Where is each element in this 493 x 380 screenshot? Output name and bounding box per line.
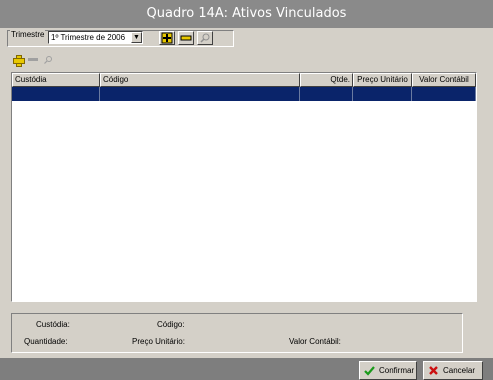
valor-contabil-label: Valor Contábil: [289,337,341,346]
add-rows-button[interactable] [159,31,175,45]
add-grid-icon [161,32,173,44]
remove-rows-button[interactable] [178,31,194,45]
search-icon [200,33,210,43]
cell-qtde[interactable] [300,87,353,101]
details-panel: Custódia: Código: Quantidade: Preço Unit… [11,313,463,353]
cell-codigo[interactable] [100,87,300,101]
add-icon[interactable] [13,54,25,67]
confirm-button[interactable]: Confirmar [359,361,417,380]
column-header-custodia[interactable]: Custódia [12,73,100,87]
cancel-label: Cancelar [443,366,476,375]
codigo-label: Código: [157,320,185,329]
trimestre-selected-value: 1º Trimestre de 2006 [51,33,126,42]
column-header-codigo[interactable]: Código [100,73,300,87]
cell-custodia[interactable] [12,87,100,101]
trimestre-select[interactable]: 1º Trimestre de 2006 ▼ [48,31,143,44]
trimestre-label: Trimestre [10,30,46,39]
quantidade-label: Quantidade: [24,337,68,346]
cancel-button[interactable]: Cancelar [423,361,483,380]
ativos-grid[interactable]: Custódia Código Qtde. Preço Unitário Val… [11,72,477,302]
row-actions [13,54,53,67]
search-icon[interactable] [43,55,53,65]
window-title: Quadro 14A: Ativos Vinculados [0,0,493,28]
table-row[interactable] [12,87,476,101]
search-button[interactable] [197,31,213,45]
chevron-down-icon[interactable]: ▼ [131,32,142,43]
confirm-label: Confirmar [379,366,415,375]
remove-icon[interactable] [28,58,38,61]
preco-unitario-label: Preço Unitário: [132,337,185,346]
close-icon [429,366,438,375]
cell-valor-contabil[interactable] [412,87,476,101]
button-bar [0,358,493,380]
column-header-preco-unitario[interactable]: Preço Unitário [353,73,412,87]
column-header-qtde[interactable]: Qtde. [300,73,353,87]
grid-header: Custódia Código Qtde. Preço Unitário Val… [12,73,476,87]
custodia-label: Custódia: [36,320,70,329]
column-header-valor-contabil[interactable]: Valor Contábil [412,73,476,87]
remove-grid-icon [180,35,192,41]
cell-preco-unitario[interactable] [353,87,412,101]
check-icon [364,366,375,376]
